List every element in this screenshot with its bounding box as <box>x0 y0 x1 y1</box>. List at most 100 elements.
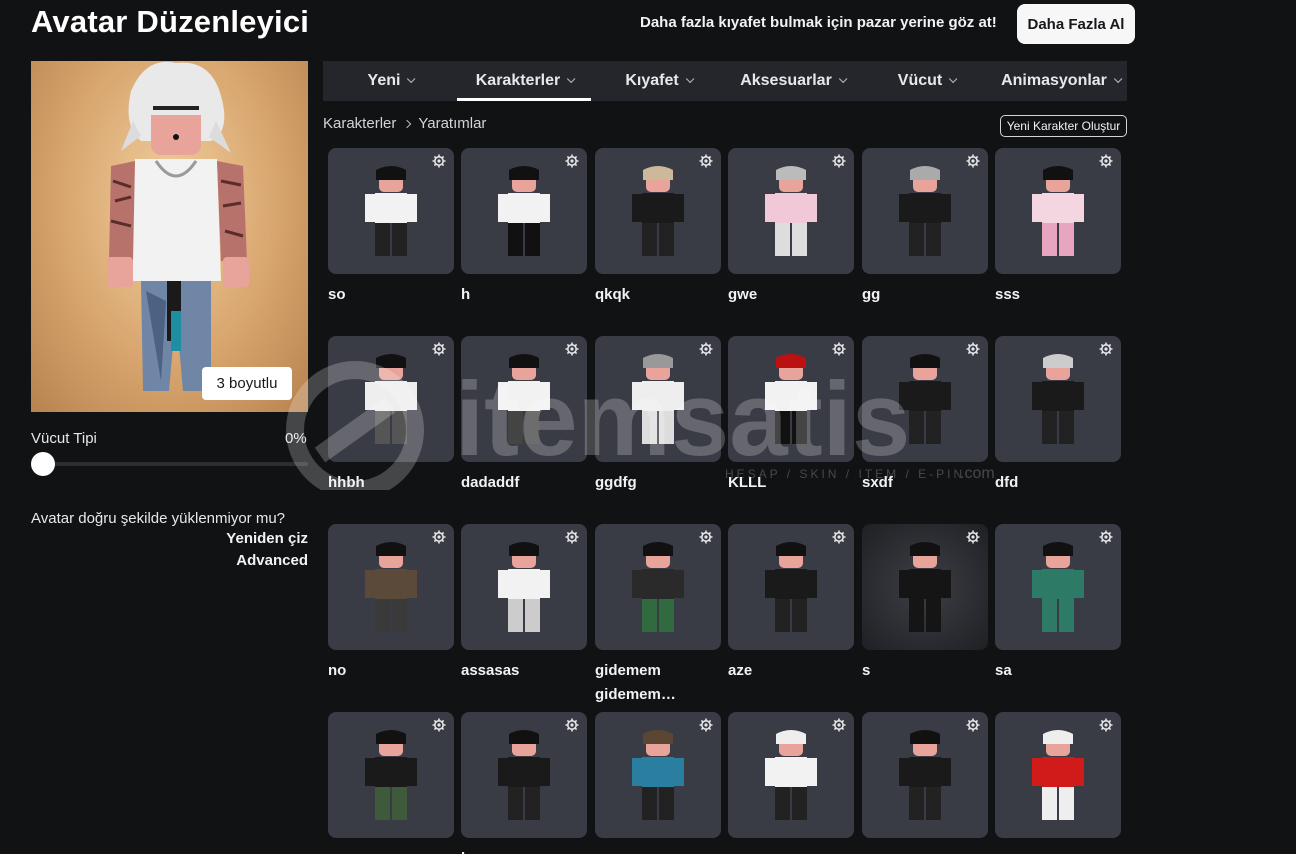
character-thumbnail[interactable] <box>328 712 454 838</box>
character-thumbnail[interactable] <box>862 336 988 462</box>
character-name[interactable]: gidemem gidemem… <box>595 659 721 707</box>
character-card[interactable]: so <box>328 148 454 307</box>
character-name[interactable]: KLLL <box>728 471 854 495</box>
character-thumbnail[interactable] <box>461 712 587 838</box>
character-card[interactable]: sss <box>995 148 1121 307</box>
gear-icon[interactable] <box>565 342 579 356</box>
character-name[interactable]: no <box>328 659 454 683</box>
gear-icon[interactable] <box>832 530 846 544</box>
character-name[interactable]: qkqk <box>595 283 721 307</box>
character-thumbnail[interactable] <box>728 524 854 650</box>
character-name[interactable]: sxdf <box>862 471 988 495</box>
avatar-preview[interactable]: 3 boyutlu <box>31 61 308 412</box>
character-thumbnail[interactable] <box>995 148 1121 274</box>
gear-icon[interactable] <box>832 342 846 356</box>
breadcrumb-root[interactable]: Karakterler <box>323 115 396 132</box>
character-name[interactable]: k <box>461 847 587 854</box>
character-thumbnail[interactable] <box>728 148 854 274</box>
character-name[interactable]: m <box>862 847 988 854</box>
character-name[interactable]: a <box>728 847 854 854</box>
character-card[interactable]: gg <box>862 148 988 307</box>
character-card[interactable]: hhbh <box>328 336 454 495</box>
gear-icon[interactable] <box>832 718 846 732</box>
gear-icon[interactable] <box>966 342 980 356</box>
gear-icon[interactable] <box>565 718 579 732</box>
character-thumbnail[interactable] <box>862 148 988 274</box>
character-card[interactable]: qkqk <box>595 148 721 307</box>
tab-yeni[interactable]: Yeni <box>323 61 457 101</box>
get-more-button[interactable]: Daha Fazla Al <box>1017 4 1135 44</box>
character-thumbnail[interactable] <box>595 336 721 462</box>
gear-icon[interactable] <box>565 530 579 544</box>
character-thumbnail[interactable] <box>328 336 454 462</box>
character-name[interactable]: gg <box>862 283 988 307</box>
character-card[interactable]: k <box>461 712 587 854</box>
character-thumbnail[interactable] <box>995 524 1121 650</box>
character-name[interactable]: a <box>595 847 721 854</box>
character-name[interactable]: h <box>461 283 587 307</box>
character-thumbnail[interactable] <box>995 336 1121 462</box>
character-thumbnail[interactable] <box>995 712 1121 838</box>
character-card[interactable]: ggdfg <box>595 336 721 495</box>
character-card[interactable]: h <box>461 148 587 307</box>
character-name[interactable]: dadaddf <box>461 471 587 495</box>
gear-icon[interactable] <box>699 154 713 168</box>
character-card[interactable]: m <box>862 712 988 854</box>
character-name[interactable]: m <box>328 847 454 854</box>
gear-icon[interactable] <box>966 154 980 168</box>
body-type-slider-thumb[interactable] <box>31 452 55 476</box>
character-card[interactable]: aze <box>728 524 854 683</box>
gear-icon[interactable] <box>432 154 446 168</box>
character-card[interactable]: assasas <box>461 524 587 683</box>
character-thumbnail[interactable] <box>595 524 721 650</box>
gear-icon[interactable] <box>1099 530 1113 544</box>
gear-icon[interactable] <box>1099 342 1113 356</box>
view-3d-button[interactable]: 3 boyutlu <box>202 367 292 400</box>
character-card[interactable]: dadaddf <box>461 336 587 495</box>
character-thumbnail[interactable] <box>595 148 721 274</box>
character-card[interactable]: sxdf <box>862 336 988 495</box>
character-card[interactable]: no <box>328 524 454 683</box>
gear-icon[interactable] <box>699 342 713 356</box>
gear-icon[interactable] <box>966 530 980 544</box>
character-name[interactable]: sss <box>995 283 1121 307</box>
character-thumbnail[interactable] <box>328 148 454 274</box>
character-card[interactable]: sa <box>995 524 1121 683</box>
character-thumbnail[interactable] <box>461 524 587 650</box>
character-card[interactable]: a <box>728 712 854 854</box>
gear-icon[interactable] <box>432 718 446 732</box>
tab-kıyafet[interactable]: Kıyafet <box>591 61 725 101</box>
redraw-link[interactable]: Yeniden çiz <box>226 530 308 547</box>
character-card[interactable]: gwe <box>728 148 854 307</box>
character-thumbnail[interactable] <box>461 148 587 274</box>
character-name[interactable]: dfd <box>995 471 1121 495</box>
character-thumbnail[interactable] <box>328 524 454 650</box>
character-card[interactable]: KLLL <box>728 336 854 495</box>
character-name[interactable]: aze <box>728 659 854 683</box>
character-card[interactable]: m <box>328 712 454 854</box>
character-card[interactable]: dfd <box>995 336 1121 495</box>
character-name[interactable]: s <box>862 659 988 683</box>
gear-icon[interactable] <box>699 718 713 732</box>
tab-aksesuarlar[interactable]: Aksesuarlar <box>725 61 859 101</box>
character-name[interactable]: so <box>328 283 454 307</box>
character-name[interactable]: ggdfg <box>595 471 721 495</box>
tab-vücut[interactable]: Vücut <box>859 61 993 101</box>
create-character-button[interactable]: Yeni Karakter Oluştur <box>1000 115 1127 137</box>
gear-icon[interactable] <box>1099 154 1113 168</box>
tab-karakterler[interactable]: Karakterler <box>457 61 591 101</box>
character-thumbnail[interactable] <box>862 524 988 650</box>
character-name[interactable]: sa <box>995 659 1121 683</box>
character-card[interactable]: aa <box>995 712 1121 854</box>
character-thumbnail[interactable] <box>595 712 721 838</box>
gear-icon[interactable] <box>432 342 446 356</box>
gear-icon[interactable] <box>832 154 846 168</box>
character-thumbnail[interactable] <box>728 712 854 838</box>
character-card[interactable]: gidemem gidemem… <box>595 524 721 707</box>
advanced-link[interactable]: Advanced <box>236 552 308 569</box>
gear-icon[interactable] <box>432 530 446 544</box>
character-thumbnail[interactable] <box>862 712 988 838</box>
character-card[interactable]: a <box>595 712 721 854</box>
gear-icon[interactable] <box>699 530 713 544</box>
character-name[interactable]: hhbh <box>328 471 454 495</box>
